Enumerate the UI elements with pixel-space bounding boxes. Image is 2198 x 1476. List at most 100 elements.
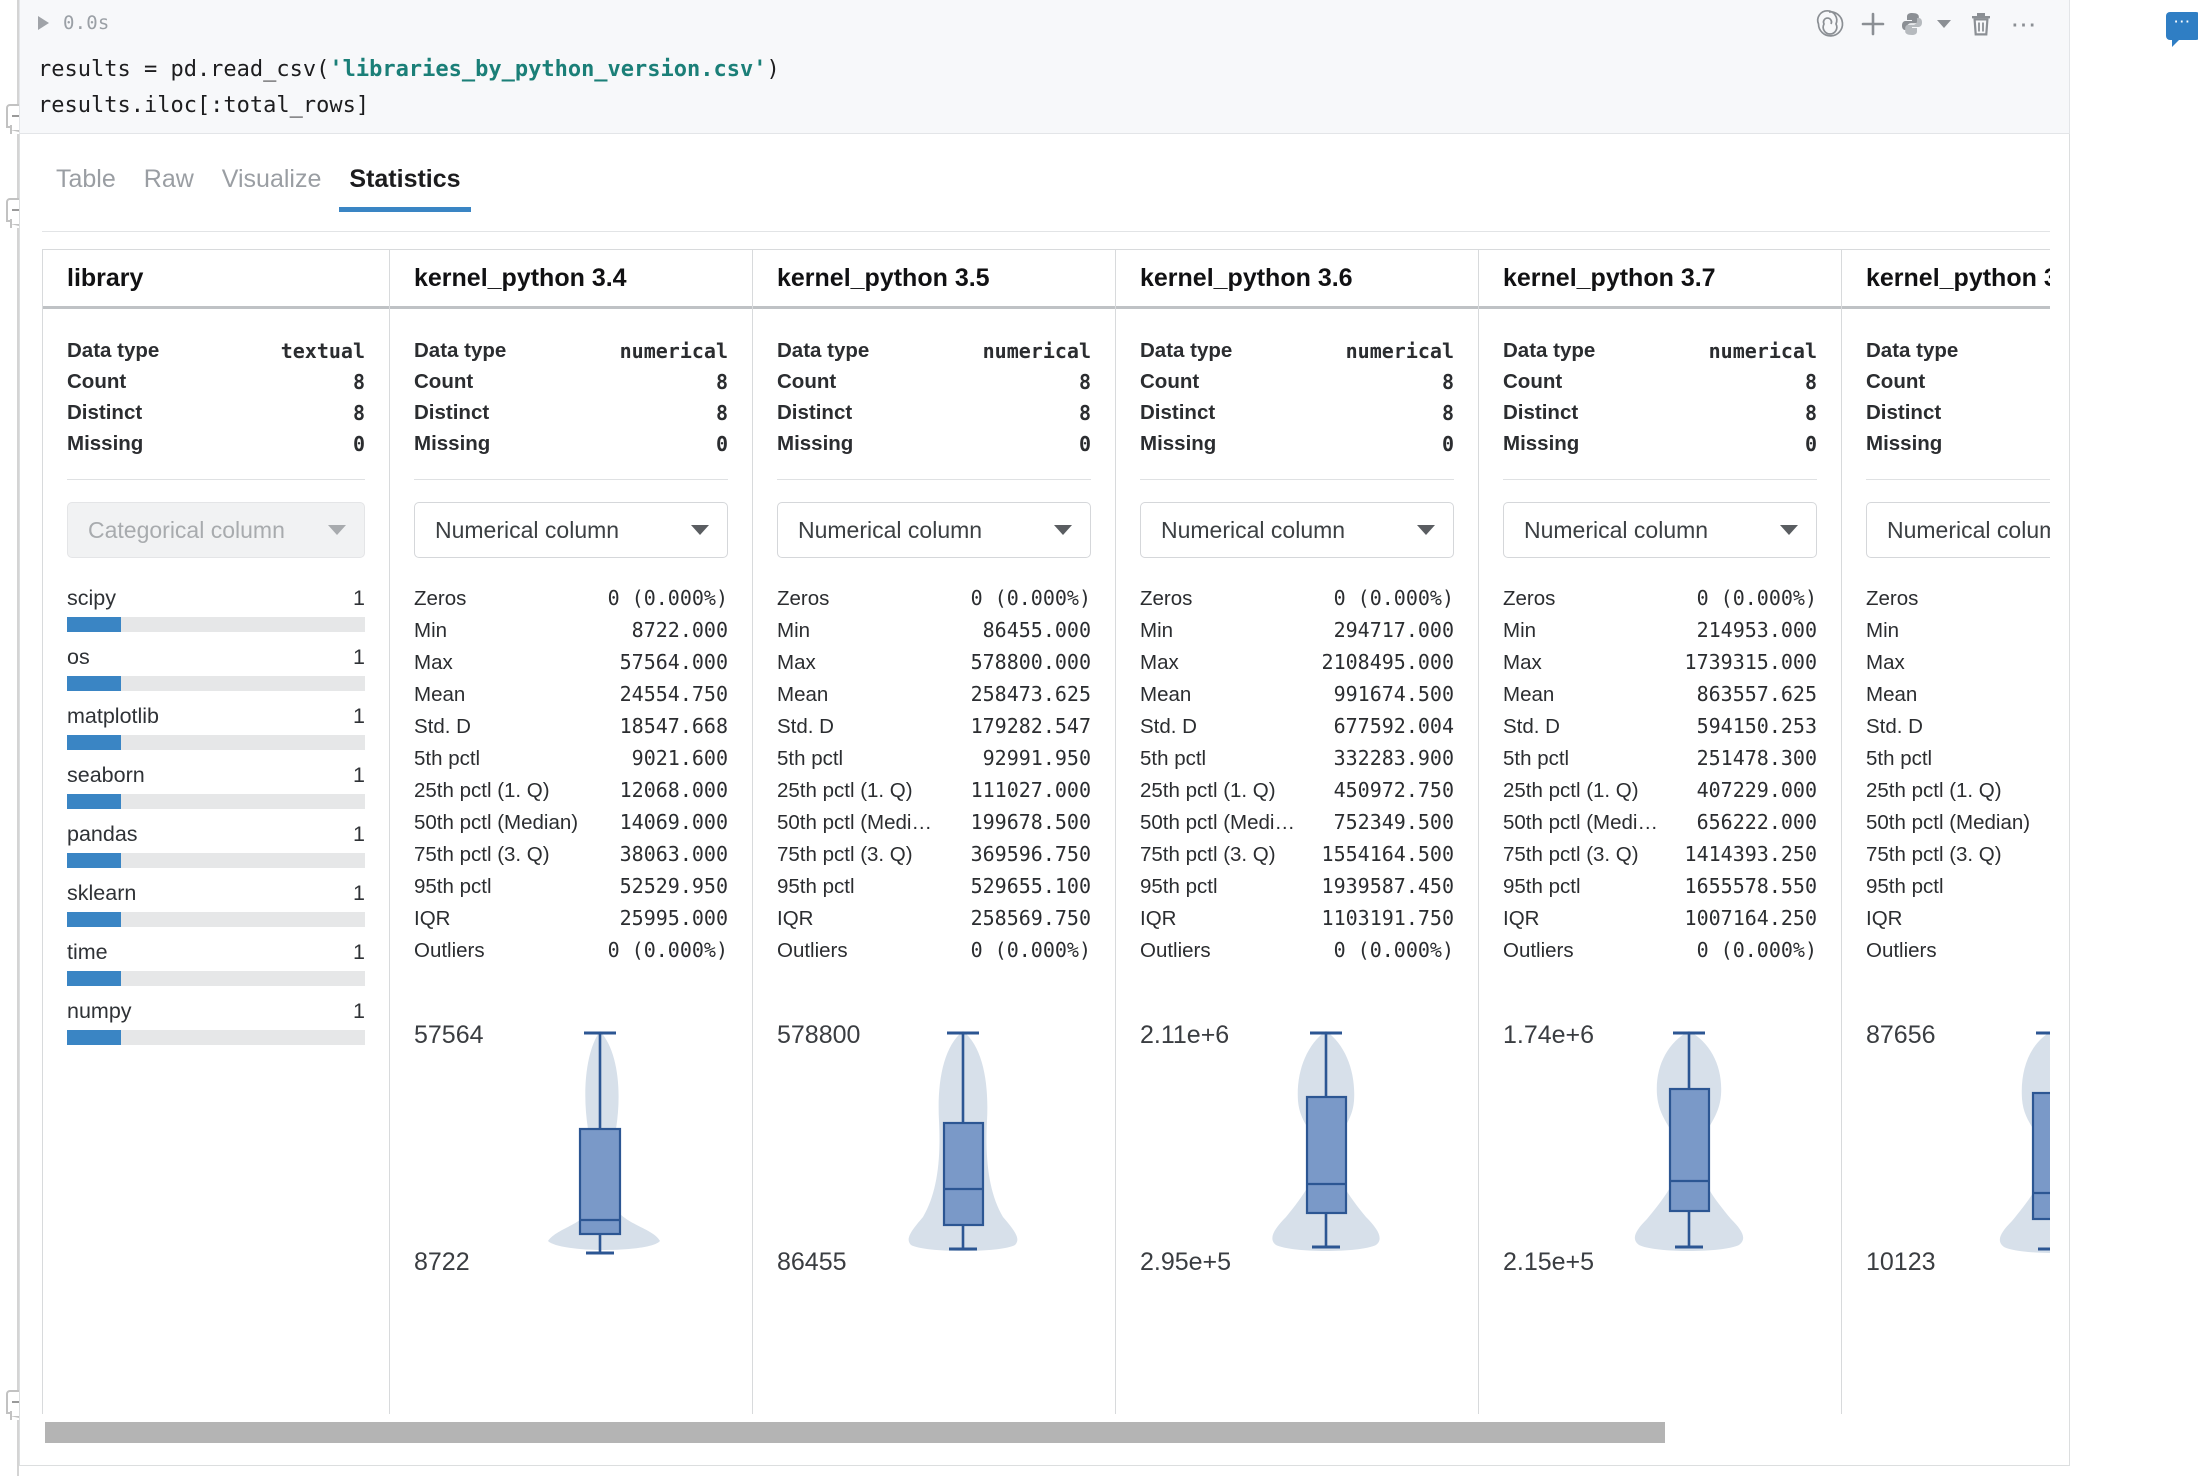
value-std: 594150.253 <box>1696 713 1817 738</box>
label-data-type: Data type <box>777 338 870 362</box>
chart-min-label: 8722 <box>414 1248 470 1276</box>
label-count: Count <box>1866 369 1926 393</box>
run-cell-icon[interactable] <box>38 16 49 30</box>
value-p95: 1939587.450 <box>1321 873 1454 898</box>
categorical-column-select[interactable]: Categorical column <box>67 502 365 558</box>
list-item[interactable]: pandas 1 <box>67 822 365 868</box>
chart-max-label: 57564 <box>414 1021 484 1049</box>
chart-min-label: 2.95e+5 <box>1140 1248 1232 1276</box>
tab-raw[interactable]: Raw <box>130 165 208 212</box>
python-icon[interactable] <box>1895 7 1929 41</box>
value-p50: 752349.500 <box>1333 809 1454 834</box>
category-label: seaborn <box>67 763 145 787</box>
numerical-column-select-label: Numerical column <box>1161 516 1346 543</box>
label-p25: 25th pctl (1. Q) <box>414 778 550 802</box>
horizontal-scrollbar-thumb[interactable] <box>45 1422 1665 1443</box>
value-distinct: 8 <box>1078 400 1091 425</box>
label-min: Min <box>777 618 811 642</box>
stat-column-kernel-python-36: kernel_python 3.6 Data type numerical Co… <box>1115 249 1479 1414</box>
value-std: 677592.004 <box>1333 713 1454 738</box>
trash-icon[interactable] <box>1959 7 2003 41</box>
category-frequency-list: scipy 1 os 1 matplotlib 1 seaborn 1 pand… <box>67 586 365 1045</box>
label-count: Count <box>777 369 837 393</box>
value-p95: 529655.100 <box>970 873 1091 898</box>
value-count: 8 <box>1078 369 1091 394</box>
category-count: 1 <box>353 940 365 964</box>
value-iqr: 258569.750 <box>970 905 1091 930</box>
value-outliers: 0 (0.000%) <box>607 937 728 962</box>
summary-table: Data type numerical Count 8 Distinct 8 M… <box>414 335 728 459</box>
code-line-1-suffix: ) <box>766 57 780 82</box>
numerical-column-select[interactable]: Numerical column <box>1140 502 1454 558</box>
numerical-column-select[interactable]: Numerical colum <box>1866 502 2050 558</box>
numerical-stats-list: Zeros0 Min1 Max8 Mean4 Std. D3 5th pctl1… <box>1866 582 2050 966</box>
violin-box-chart: 87656 10123 <box>1866 1021 2050 1291</box>
category-bar-track <box>67 735 365 750</box>
numerical-column-select-label: Numerical column <box>1524 516 1709 543</box>
label-mean: Mean <box>1140 682 1192 706</box>
label-zeros: Zeros <box>1503 586 1556 610</box>
list-item[interactable]: numpy 1 <box>67 999 365 1045</box>
value-p25: 12068.000 <box>619 777 728 802</box>
category-label: time <box>67 940 108 964</box>
value-data-type: textual <box>280 338 365 363</box>
summary-row-count: Count 8 <box>67 366 365 397</box>
category-bar-track <box>67 676 365 691</box>
numerical-column-select[interactable]: Numerical column <box>1503 502 1817 558</box>
categorical-column-select-label: Categorical column <box>88 516 285 543</box>
value-min: 294717.000 <box>1333 617 1454 642</box>
label-p95: 95th pctl <box>1866 874 1944 898</box>
list-item[interactable]: time 1 <box>67 940 365 986</box>
category-count: 1 <box>353 881 365 905</box>
label-distinct: Distinct <box>1140 400 1216 424</box>
numerical-column-select[interactable]: Numerical column <box>414 502 728 558</box>
tab-visualize[interactable]: Visualize <box>208 165 336 212</box>
value-count: 8 <box>1804 369 1817 394</box>
value-data-type: numerical <box>619 338 728 363</box>
value-max: 578800.000 <box>970 649 1091 674</box>
list-item[interactable]: scipy 1 <box>67 586 365 632</box>
label-missing: Missing <box>414 431 491 455</box>
label-max: Max <box>1140 650 1179 674</box>
numerical-column-select-label: Numerical column <box>798 516 983 543</box>
value-p95: 1655578.550 <box>1684 873 1817 898</box>
chevron-down-icon[interactable] <box>1929 7 1959 41</box>
value-zeros: 0 (0.000%) <box>970 585 1091 610</box>
swirl-icon[interactable] <box>1807 7 1851 41</box>
label-p25: 25th pctl (1. Q) <box>777 778 913 802</box>
label-distinct: Distinct <box>777 400 853 424</box>
comment-bubble-icon[interactable]: ⋯ <box>2166 12 2198 47</box>
list-item[interactable]: sklearn 1 <box>67 881 365 927</box>
value-iqr: 1103191.750 <box>1321 905 1454 930</box>
label-zeros: Zeros <box>414 586 467 610</box>
label-iqr: IQR <box>1866 906 1903 930</box>
value-data-type: numerical <box>982 338 1091 363</box>
value-p5: 251478.300 <box>1696 745 1817 770</box>
violin-plot-svg <box>1272 1031 1380 1251</box>
list-item[interactable]: os 1 <box>67 645 365 691</box>
summary-table: Data type n Count Distinct Missing <box>1866 335 2050 459</box>
value-max: 2108495.000 <box>1321 649 1454 674</box>
value-p75: 38063.000 <box>619 841 728 866</box>
label-p75: 75th pctl (3. Q) <box>414 842 550 866</box>
tab-statistics[interactable]: Statistics <box>335 165 474 212</box>
label-zeros: Zeros <box>1140 586 1193 610</box>
code-cell[interactable]: 0.0s results = pd.read_csv('libraries_by… <box>19 0 2070 134</box>
tab-table[interactable]: Table <box>42 165 130 212</box>
label-iqr: IQR <box>777 906 814 930</box>
more-options-icon[interactable]: ⋯ <box>2003 7 2047 41</box>
code-editor[interactable]: results = pd.read_csv('libraries_by_pyth… <box>38 52 780 124</box>
plus-icon[interactable] <box>1851 7 1895 41</box>
label-missing: Missing <box>1140 431 1217 455</box>
label-std: Std. D <box>1140 714 1197 738</box>
value-iqr: 25995.000 <box>619 905 728 930</box>
label-p50: 50th pctl (Medi… <box>1503 810 1658 834</box>
value-distinct: 8 <box>715 400 728 425</box>
category-bar-track <box>67 1030 365 1045</box>
label-std: Std. D <box>1503 714 1560 738</box>
label-zeros: Zeros <box>1866 586 1919 610</box>
list-item[interactable]: matplotlib 1 <box>67 704 365 750</box>
numerical-column-select[interactable]: Numerical column <box>777 502 1091 558</box>
list-item[interactable]: seaborn 1 <box>67 763 365 809</box>
label-mean: Mean <box>1503 682 1555 706</box>
